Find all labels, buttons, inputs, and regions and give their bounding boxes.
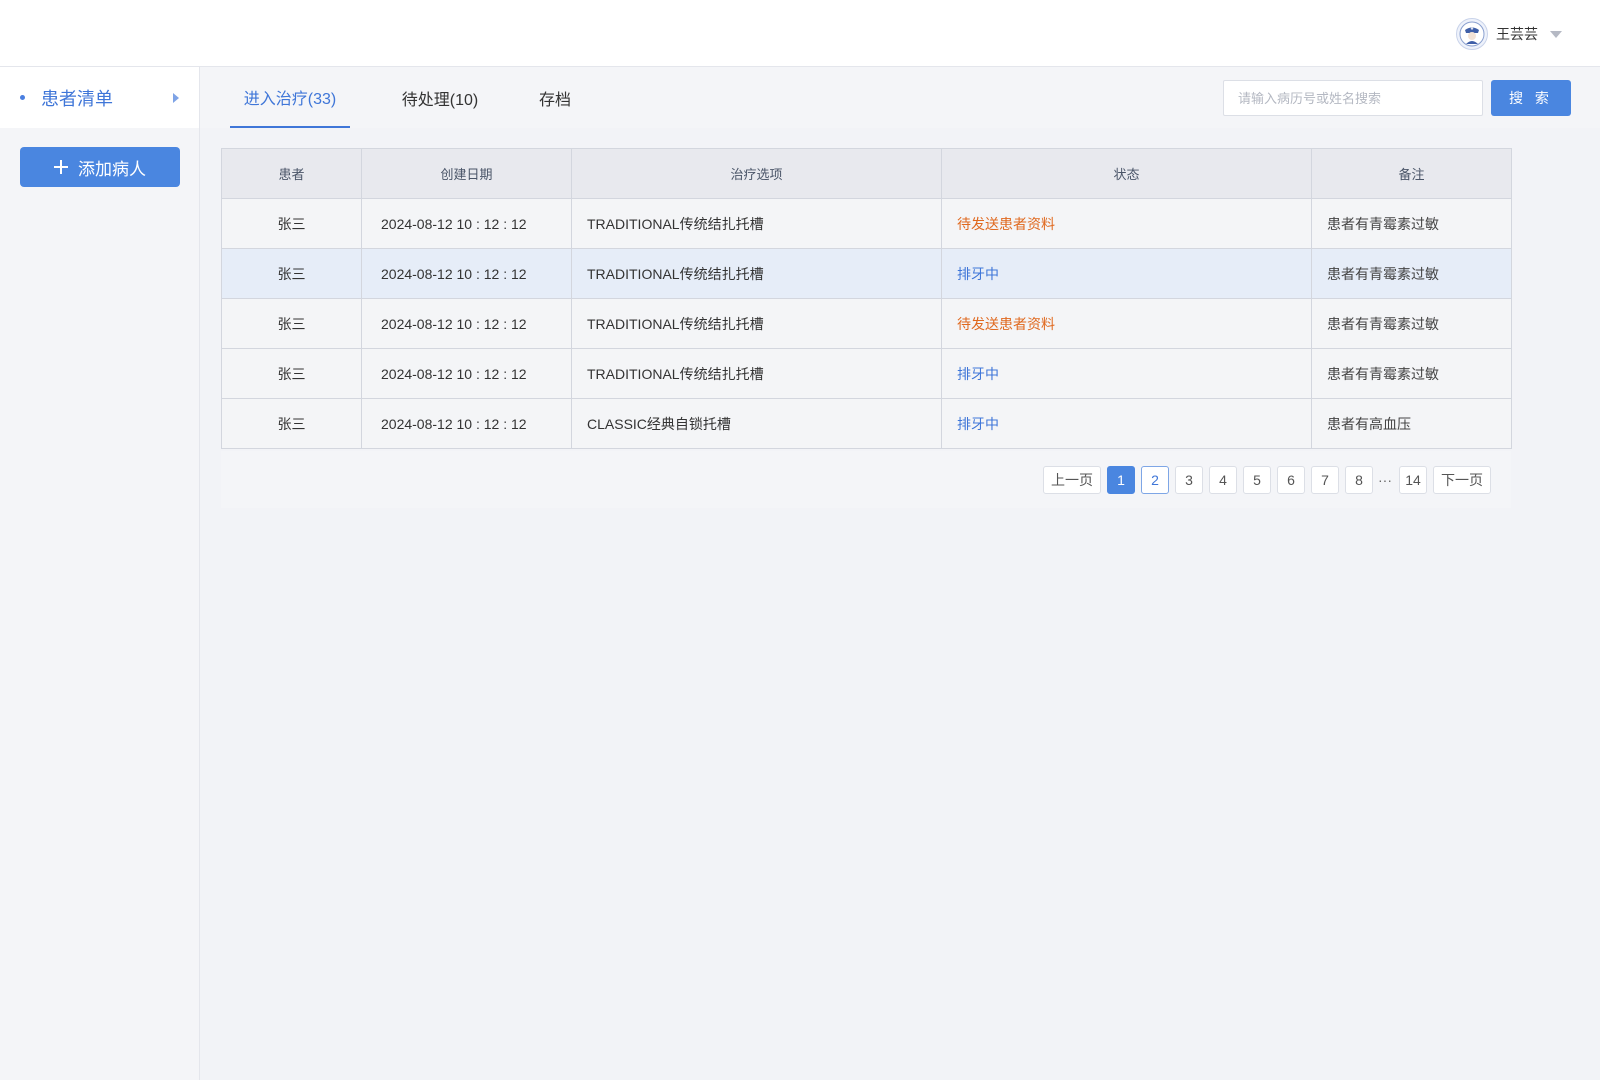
cell-status: 排牙中 [941,348,1312,399]
column-header-patient: 患者 [221,148,362,199]
table-row[interactable]: 张三 2024-08-12 10 : 12 : 12 TRADITIONAL传统… [221,348,1512,399]
nurse-avatar-icon [1456,18,1488,50]
page-button-4[interactable]: 4 [1209,466,1237,494]
table-row[interactable]: 张三 2024-08-12 10 : 12 : 12 TRADITIONAL传统… [221,298,1512,349]
pagination-ellipsis[interactable]: ··· [1378,466,1392,494]
cell-treatment: TRADITIONAL传统结扎托槽 [571,198,942,249]
cell-note: 患者有青霉素过敏 [1311,198,1512,249]
tab-in-treatment[interactable]: 进入治疗(33) [230,67,350,128]
page-button-7[interactable]: 7 [1311,466,1339,494]
cell-note: 患者有青霉素过敏 [1311,248,1512,299]
tabs-bar: 进入治疗(33) 待处理(10) 存档 搜 索 [200,67,1600,128]
user-name: 王芸芸 [1496,26,1538,42]
bullet-dot-icon [20,95,25,100]
pagination: 上一页 1 2 3 4 5 6 7 8 ··· 14 下一页 [221,451,1511,508]
cell-patient: 张三 [221,298,362,349]
sidebar-item-patient-list[interactable]: 患者清单 [0,67,199,128]
page-button-14[interactable]: 14 [1399,466,1427,494]
page-button-2[interactable]: 2 [1141,466,1169,494]
search-button[interactable]: 搜 索 [1491,80,1571,116]
column-header-note: 备注 [1311,148,1512,199]
page-button-8[interactable]: 8 [1345,466,1373,494]
page-button-1[interactable]: 1 [1107,466,1135,494]
cell-status: 待发送患者资料 [941,198,1312,249]
tab-pending[interactable]: 待处理(10) [390,67,490,128]
table-row[interactable]: 张三 2024-08-12 10 : 12 : 12 TRADITIONAL传统… [221,198,1512,249]
cell-treatment: TRADITIONAL传统结扎托槽 [571,298,942,349]
patient-table: 患者 创建日期 治疗选项 状态 备注 张三 2024-08-12 10 : 12… [221,148,1512,449]
table-row[interactable]: 张三 2024-08-12 10 : 12 : 12 CLASSIC经典自锁托槽… [221,398,1512,449]
cell-treatment: CLASSIC经典自锁托槽 [571,398,942,449]
cell-date: 2024-08-12 10 : 12 : 12 [361,248,572,299]
cell-patient: 张三 [221,398,362,449]
add-patient-label: 添加病人 [78,159,146,179]
table-row[interactable]: 张三 2024-08-12 10 : 12 : 12 TRADITIONAL传统… [221,248,1512,299]
user-menu[interactable]: 王芸芸 [1456,16,1562,52]
sidebar-item-label: 患者清单 [41,88,113,109]
cell-patient: 张三 [221,348,362,399]
cell-treatment: TRADITIONAL传统结扎托槽 [571,348,942,399]
page-button-5[interactable]: 5 [1243,466,1271,494]
cell-status: 排牙中 [941,248,1312,299]
top-header: 王芸芸 [0,0,1600,67]
add-patient-button[interactable]: 添加病人 [20,147,180,187]
cell-date: 2024-08-12 10 : 12 : 12 [361,348,572,399]
cell-date: 2024-08-12 10 : 12 : 12 [361,298,572,349]
cell-status: 待发送患者资料 [941,298,1312,349]
cell-date: 2024-08-12 10 : 12 : 12 [361,198,572,249]
column-header-date: 创建日期 [361,148,572,199]
chevron-down-icon[interactable] [1550,30,1562,38]
table-header-row: 患者 创建日期 治疗选项 状态 备注 [221,148,1512,199]
search-input[interactable] [1223,80,1483,116]
page-button-6[interactable]: 6 [1277,466,1305,494]
column-header-treatment: 治疗选项 [571,148,942,199]
cell-date: 2024-08-12 10 : 12 : 12 [361,398,572,449]
prev-page-button[interactable]: 上一页 [1043,466,1101,494]
column-header-status: 状态 [941,148,1312,199]
cell-status: 排牙中 [941,398,1312,449]
tab-archive[interactable]: 存档 [530,67,580,128]
cell-patient: 张三 [221,198,362,249]
cell-patient: 张三 [221,248,362,299]
chevron-right-icon [173,93,179,103]
sidebar: 患者清单 添加病人 [0,67,200,1080]
plus-icon [54,160,68,174]
patient-table-panel: 患者 创建日期 治疗选项 状态 备注 张三 2024-08-12 10 : 12… [221,148,1512,508]
cell-note: 患者有青霉素过敏 [1311,348,1512,399]
cell-treatment: TRADITIONAL传统结扎托槽 [571,248,942,299]
next-page-button[interactable]: 下一页 [1433,466,1491,494]
page-button-3[interactable]: 3 [1175,466,1203,494]
cell-note: 患者有高血压 [1311,398,1512,449]
cell-note: 患者有青霉素过敏 [1311,298,1512,349]
